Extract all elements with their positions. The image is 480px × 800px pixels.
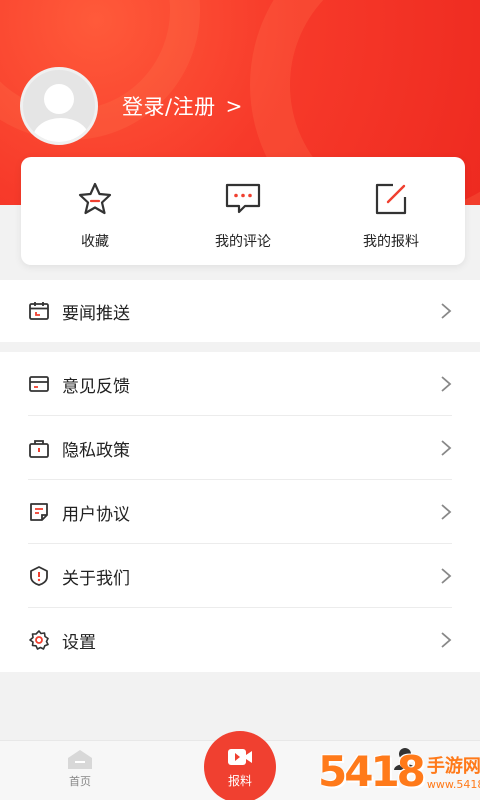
menu-item-label: 要闻推送 bbox=[62, 303, 130, 324]
video-camera-icon bbox=[228, 748, 252, 765]
envelope-icon bbox=[29, 376, 49, 392]
menu-item-label: 隐私政策 bbox=[62, 440, 130, 461]
chevron-right-icon bbox=[441, 568, 452, 584]
watermark-logo: 5418 手游网 www.5418.cn bbox=[318, 743, 480, 800]
login-register-link[interactable]: 登录/注册 bbox=[122, 91, 216, 121]
home-icon bbox=[68, 750, 92, 769]
menu-item-user-agreement[interactable]: 用户协议 bbox=[0, 480, 480, 544]
favorites-label: 收藏 bbox=[81, 234, 109, 250]
tab-report-label: 报料 bbox=[227, 773, 252, 788]
tab-home[interactable]: 首页 bbox=[58, 747, 102, 789]
chevron-right-icon bbox=[441, 504, 452, 520]
watermark-url: www.5418.cn bbox=[426, 778, 480, 791]
my-reports-button[interactable]: 我的报料 bbox=[317, 157, 465, 265]
star-icon bbox=[78, 182, 112, 215]
menu-item-settings[interactable]: 设置 bbox=[0, 608, 480, 672]
my-reports-label: 我的报料 bbox=[363, 234, 419, 250]
menu-item-news-push[interactable]: 要闻推送 bbox=[0, 280, 480, 342]
profile-login-row[interactable]: 登录/注册 > bbox=[20, 66, 242, 146]
avatar-body bbox=[33, 118, 89, 142]
menu-item-label: 设置 bbox=[62, 632, 96, 653]
menu-item-about-us[interactable]: 关于我们 bbox=[0, 544, 480, 608]
lock-icon bbox=[29, 440, 49, 458]
chevron-right-icon bbox=[441, 376, 452, 392]
menu-group-push: 要闻推送 bbox=[0, 280, 480, 342]
avatar-head bbox=[44, 84, 74, 114]
menu-item-label: 意见反馈 bbox=[62, 376, 130, 397]
menu-group-settings: 意见反馈 隐私政策 用户协议 关于我们 设置 bbox=[0, 352, 480, 672]
chevron-right-icon bbox=[441, 632, 452, 648]
menu-item-privacy-policy[interactable]: 隐私政策 bbox=[0, 416, 480, 480]
watermark-text: 手游网 www.5418.cn bbox=[427, 752, 480, 791]
quick-actions-card: 收藏 我的评论 我的报料 bbox=[21, 157, 465, 265]
avatar[interactable] bbox=[20, 67, 98, 145]
menu-item-feedback[interactable]: 意见反馈 bbox=[0, 352, 480, 416]
tab-report-button[interactable]: 报料 bbox=[204, 731, 276, 800]
tab-home-label: 首页 bbox=[69, 775, 91, 788]
my-comments-button[interactable]: 我的评论 bbox=[169, 157, 317, 265]
favorites-button[interactable]: 收藏 bbox=[21, 157, 169, 265]
comment-icon bbox=[225, 183, 261, 214]
watermark-number: 5418 bbox=[318, 747, 426, 796]
chevron-right-icon: > bbox=[225, 94, 243, 118]
info-shield-icon bbox=[30, 566, 48, 586]
menu-item-label: 用户协议 bbox=[62, 504, 130, 525]
my-comments-label: 我的评论 bbox=[215, 234, 271, 250]
calendar-icon bbox=[29, 302, 49, 320]
watermark-title: 手游网 bbox=[426, 756, 480, 777]
edit-icon bbox=[375, 183, 407, 215]
gear-icon bbox=[29, 630, 49, 650]
chevron-right-icon bbox=[441, 440, 452, 456]
document-icon bbox=[30, 503, 48, 521]
menu-item-label: 关于我们 bbox=[62, 568, 130, 589]
chevron-right-icon bbox=[441, 303, 452, 319]
